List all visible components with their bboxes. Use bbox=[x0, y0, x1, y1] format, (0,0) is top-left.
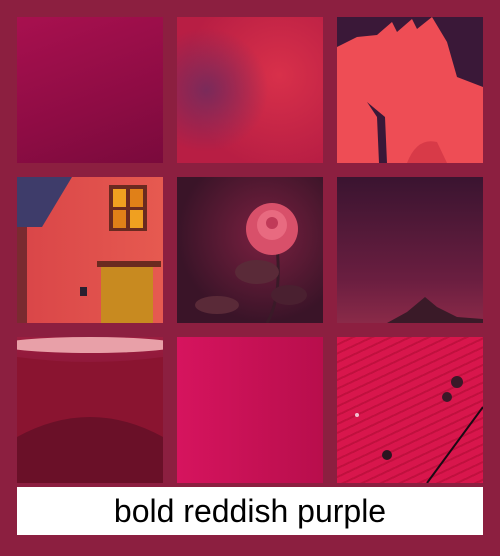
cottage-illustration bbox=[17, 177, 161, 323]
tile-cottage bbox=[17, 177, 163, 323]
caption-label: bold reddish purple bbox=[17, 487, 483, 535]
water-droplets bbox=[355, 376, 483, 483]
rose-illustration bbox=[195, 203, 307, 323]
tile-rose bbox=[177, 177, 323, 323]
mountain-silhouette bbox=[387, 297, 483, 323]
tile-pink-gradient bbox=[177, 337, 323, 483]
tile-fabric-drape bbox=[17, 17, 163, 163]
cup-illustration bbox=[17, 337, 163, 483]
tile-dark-sky-mountain bbox=[337, 177, 483, 323]
tile-wet-wood bbox=[337, 337, 483, 483]
tile-watercolor-texture bbox=[177, 17, 323, 163]
tile-furry-creature bbox=[337, 17, 483, 163]
fur-illustration bbox=[337, 17, 483, 163]
tile-cup-closeup bbox=[17, 337, 163, 483]
